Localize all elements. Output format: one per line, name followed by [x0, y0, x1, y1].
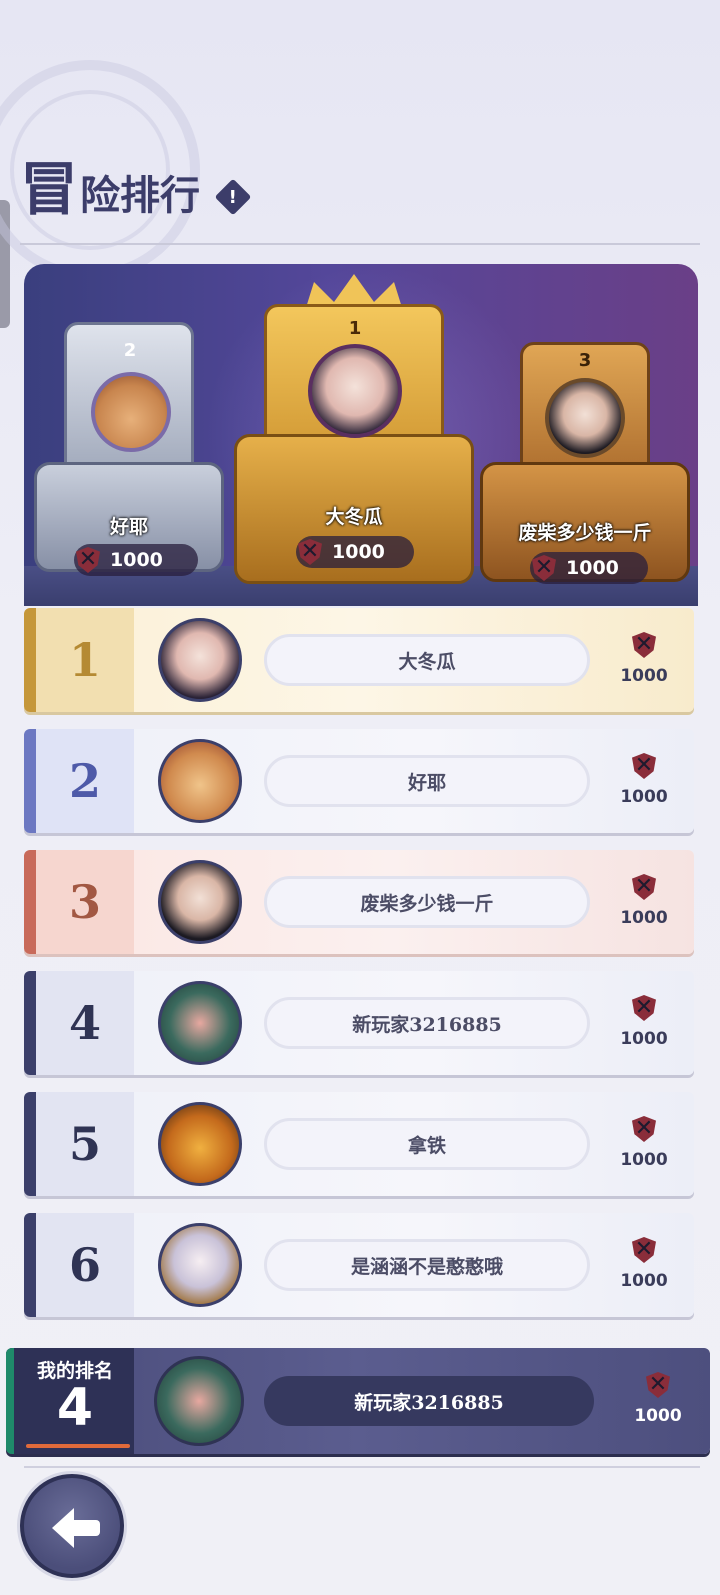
- throne-rank-number: 3: [578, 350, 592, 371]
- player-name: 废柴多少钱一斤: [264, 876, 590, 928]
- throne-rank-number: 2: [123, 340, 137, 361]
- my-rank-number: 4: [56, 1378, 94, 1438]
- rank-number: 4: [68, 996, 101, 1050]
- rank-color-bar: [24, 608, 36, 712]
- podium-score-value: 1000: [332, 541, 385, 563]
- avatar[interactable]: [158, 981, 242, 1065]
- rank-number: 5: [68, 1117, 101, 1171]
- my-rank-accent: [6, 1348, 14, 1454]
- podium-score-value: 1000: [566, 557, 619, 579]
- rank-number-box: 2: [36, 729, 134, 833]
- throne-rank-2[interactable]: 2 好耶 ✕ 1000: [34, 322, 224, 582]
- player-name: 新玩家3216885: [264, 997, 590, 1049]
- player-name: 大冬瓜: [264, 634, 590, 686]
- crossed-swords-shield-icon: ✕: [630, 751, 658, 781]
- player-name: 是涵涵不是憨憨哦: [264, 1239, 590, 1291]
- avatar[interactable]: [91, 372, 171, 452]
- avatar[interactable]: [158, 1223, 242, 1307]
- reward: ✕ 1000: [604, 872, 684, 928]
- rank-number-box: 4: [36, 971, 134, 1075]
- reward: ✕ 1000: [604, 630, 684, 686]
- rank-number: 2: [68, 754, 101, 808]
- reward: ✕ 1000: [604, 1114, 684, 1170]
- reward-value: 1000: [620, 1150, 668, 1170]
- throne-rank-number: 1: [348, 318, 362, 339]
- ranking-row[interactable]: 2 好耶 ✕ 1000: [24, 729, 694, 833]
- podium-score: ✕ 1000: [296, 536, 414, 568]
- reward: ✕ 1000: [604, 1235, 684, 1291]
- crossed-swords-shield-icon: ✕: [630, 872, 658, 902]
- back-arrow-icon: [52, 1508, 100, 1548]
- crossed-swords-shield-icon: ✕: [644, 1370, 672, 1400]
- reward-value: 1000: [620, 1029, 668, 1049]
- rank-number-box: 5: [36, 1092, 134, 1196]
- reward-value: 1000: [620, 787, 668, 807]
- ranking-row[interactable]: 4 新玩家3216885 ✕ 1000: [24, 971, 694, 1075]
- crossed-swords-shield-icon: ✕: [630, 1114, 658, 1144]
- crossed-swords-shield-icon: ✕: [296, 537, 324, 567]
- crossed-swords-shield-icon: ✕: [630, 993, 658, 1023]
- player-name: 好耶: [264, 755, 590, 807]
- title-first-char: 冒: [20, 155, 79, 223]
- my-reward-value: 1000: [634, 1406, 682, 1426]
- rank-number: 6: [68, 1238, 101, 1292]
- ranking-row[interactable]: 3 废柴多少钱一斤 ✕ 1000: [24, 850, 694, 954]
- reward-value: 1000: [620, 908, 668, 928]
- page-title: 冒 险排行 !: [20, 155, 252, 223]
- podium-player-name: 大冬瓜: [325, 506, 383, 528]
- rank-number: 3: [68, 875, 101, 929]
- crossed-swords-shield-icon: ✕: [74, 545, 102, 575]
- info-icon[interactable]: !: [214, 178, 252, 216]
- podium-player-name: 废柴多少钱一斤: [518, 522, 652, 544]
- crossed-swords-shield-icon: ✕: [630, 630, 658, 660]
- avatar[interactable]: [158, 739, 242, 823]
- podium-player-name: 好耶: [109, 516, 148, 538]
- rank-number-box: 6: [36, 1213, 134, 1317]
- my-rank-row[interactable]: 我的排名 4 新玩家3216885 ✕ 1000: [6, 1348, 710, 1454]
- podium-score: ✕ 1000: [530, 552, 648, 584]
- podium-panel: 2 好耶 ✕ 1000 1 大冬瓜 ✕ 1000 3 废柴多少钱一斤 ✕ 100…: [24, 264, 698, 606]
- podium-score-value: 1000: [110, 549, 163, 571]
- reward: ✕ 1000: [604, 993, 684, 1049]
- rank-number-box: 1: [36, 608, 134, 712]
- avatar[interactable]: [158, 618, 242, 702]
- my-reward: ✕ 1000: [618, 1370, 698, 1426]
- avatar[interactable]: [158, 860, 242, 944]
- avatar[interactable]: [154, 1356, 244, 1446]
- rank-color-bar: [24, 971, 36, 1075]
- crossed-swords-shield-icon: ✕: [530, 553, 558, 583]
- throne-rank-1[interactable]: 1 大冬瓜 ✕ 1000: [234, 274, 474, 594]
- back-button[interactable]: [20, 1474, 124, 1578]
- avatar[interactable]: [308, 344, 402, 438]
- reward: ✕ 1000: [604, 751, 684, 807]
- rank-color-bar: [24, 729, 36, 833]
- rank-color-bar: [24, 850, 36, 954]
- ranking-row[interactable]: 6 是涵涵不是憨憨哦 ✕ 1000: [24, 1213, 694, 1317]
- my-player-name: 新玩家3216885: [264, 1376, 594, 1426]
- rank-number: 1: [68, 633, 101, 687]
- crossed-swords-shield-icon: ✕: [630, 1235, 658, 1265]
- podium-score: ✕ 1000: [74, 544, 198, 576]
- title-divider: [20, 243, 700, 245]
- bottom-divider: [24, 1466, 700, 1468]
- avatar[interactable]: [158, 1102, 242, 1186]
- rank-color-bar: [24, 1213, 36, 1317]
- my-rank-underline: [26, 1444, 130, 1448]
- avatar[interactable]: [545, 378, 625, 458]
- ranking-row[interactable]: 1 大冬瓜 ✕ 1000: [24, 608, 694, 712]
- rank-color-bar: [24, 1092, 36, 1196]
- ranking-row[interactable]: 5 拿铁 ✕ 1000: [24, 1092, 694, 1196]
- reward-value: 1000: [620, 1271, 668, 1291]
- player-name: 拿铁: [264, 1118, 590, 1170]
- rank-number-box: 3: [36, 850, 134, 954]
- title-text: 险排行: [80, 172, 201, 219]
- reward-value: 1000: [620, 666, 668, 686]
- throne-rank-3[interactable]: 3 废柴多少钱一斤 ✕ 1000: [480, 342, 690, 592]
